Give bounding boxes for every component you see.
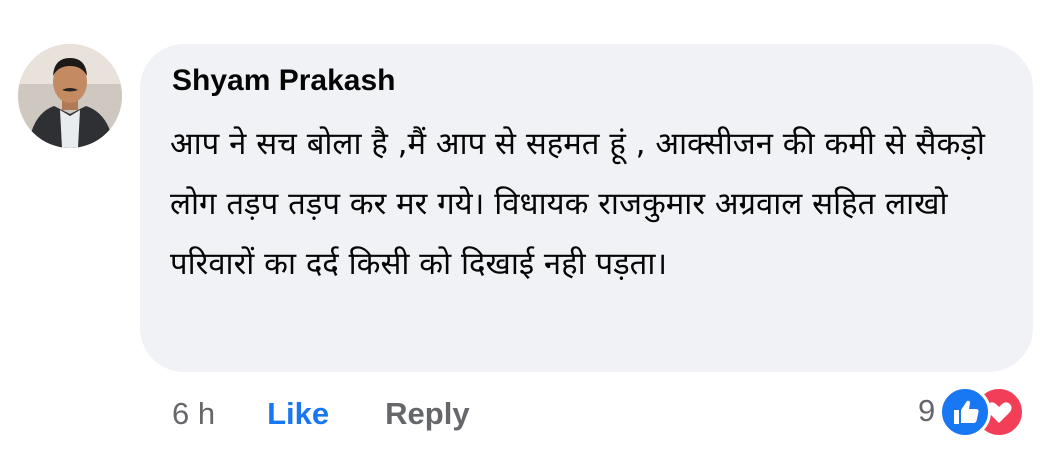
reaction-count: 9 <box>918 393 936 428</box>
comment-author[interactable]: Shyam Prakash <box>172 64 395 98</box>
comment-bubble: Shyam Prakash आप ने सच बोला है ,मैं आप स… <box>140 44 1033 372</box>
comment-actions: 6 h Like Reply <box>172 390 470 438</box>
reaction-icons <box>939 386 1026 438</box>
like-button[interactable]: Like <box>267 396 329 432</box>
reply-button[interactable]: Reply <box>385 396 469 432</box>
like-icon <box>939 386 992 438</box>
reactions-summary[interactable]: 9 <box>918 385 1026 438</box>
comment-text: आप ने सच बोला है ,मैं आप से सहमत हूं , आ… <box>170 126 995 282</box>
avatar[interactable] <box>18 44 122 148</box>
comment-timestamp[interactable]: 6 h <box>172 396 215 432</box>
